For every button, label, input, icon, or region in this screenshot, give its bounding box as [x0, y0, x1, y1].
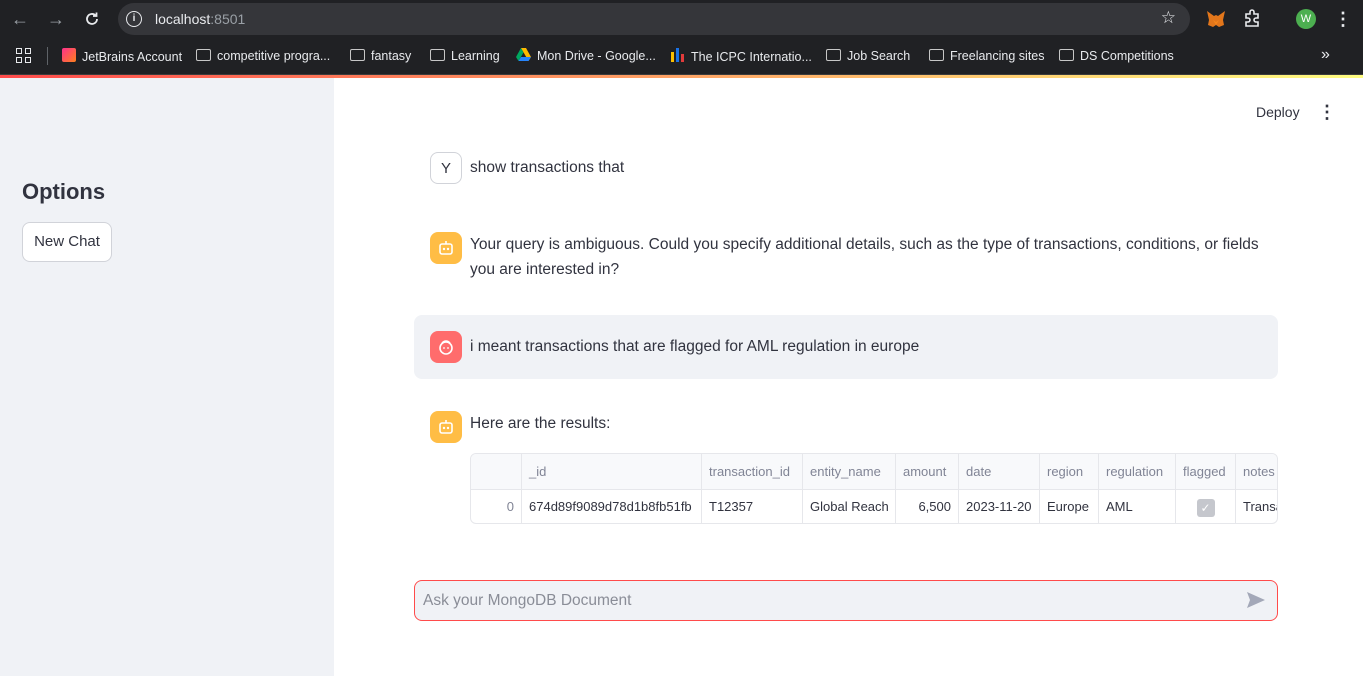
- cell-amount[interactable]: 6,500: [896, 490, 959, 523]
- bookmark-freelancing[interactable]: Freelancing sites: [929, 48, 1045, 64]
- bookmark-fantasy[interactable]: fantasy: [350, 48, 411, 64]
- more-bookmarks-icon[interactable]: »: [1321, 46, 1330, 64]
- reload-icon[interactable]: [80, 7, 104, 31]
- app-menu-icon[interactable]: ⋮: [1318, 102, 1336, 123]
- address-bar[interactable]: i localhost:8501 ☆: [118, 3, 1190, 35]
- message-text: Your query is ambiguous. Could you speci…: [470, 236, 1259, 278]
- bookmark-separator: [47, 47, 48, 65]
- column-header-amount[interactable]: amount: [896, 454, 959, 490]
- folder-icon: [350, 49, 365, 61]
- folder-icon: [929, 49, 944, 61]
- table-row: 0 674d89f9089d78d1b8fb51fb T12357 Global…: [471, 490, 1277, 523]
- jetbrains-icon: [62, 48, 76, 62]
- browser-toolbar: ← → i localhost:8501 ☆ W ⋮: [0, 0, 1363, 38]
- column-header-date[interactable]: date: [959, 454, 1040, 490]
- column-header-index[interactable]: [471, 454, 522, 490]
- bookmark-learning[interactable]: Learning: [430, 48, 500, 64]
- cell-notes[interactable]: Transa: [1236, 490, 1277, 523]
- row-index[interactable]: 0: [471, 490, 522, 523]
- cell-region[interactable]: Europe: [1040, 490, 1099, 523]
- user-avatar-icon: [430, 331, 462, 363]
- folder-icon: [826, 49, 841, 61]
- bookmark-competitive[interactable]: competitive progra...: [196, 48, 330, 64]
- new-chat-button[interactable]: New Chat: [22, 222, 112, 262]
- cell-entity-name[interactable]: Global Reach: [803, 490, 896, 523]
- column-header-notes[interactable]: notes: [1236, 454, 1277, 490]
- deploy-button[interactable]: Deploy: [1248, 104, 1308, 120]
- site-info-icon[interactable]: i: [126, 11, 142, 27]
- chat-input-container: [414, 580, 1278, 621]
- column-header-transaction-id[interactable]: transaction_id: [702, 454, 803, 490]
- message-text: Here are the results:: [470, 415, 611, 432]
- metamask-extension-icon[interactable]: [1205, 8, 1227, 30]
- apps-grid-icon[interactable]: [16, 48, 32, 64]
- chat-message-user: i meant transactions that are flagged fo…: [414, 315, 1278, 379]
- column-header-region[interactable]: region: [1040, 454, 1099, 490]
- folder-icon: [1059, 49, 1074, 61]
- send-icon[interactable]: [1245, 589, 1269, 613]
- sidebar: Options New Chat: [0, 78, 334, 676]
- cell-date[interactable]: 2023-11-20: [959, 490, 1040, 523]
- forward-icon[interactable]: →: [44, 7, 68, 31]
- browser-menu-icon[interactable]: ⋮: [1334, 8, 1352, 30]
- bookmark-jetbrains[interactable]: JetBrains Account: [62, 48, 182, 64]
- column-header-id[interactable]: _id: [522, 454, 702, 490]
- table-header: _id transaction_id entity_name amount da…: [471, 454, 1277, 490]
- chat-input[interactable]: [423, 581, 1223, 620]
- sidebar-title: Options: [22, 179, 106, 204]
- results-dataframe[interactable]: _id transaction_id entity_name amount da…: [470, 453, 1278, 524]
- icpc-icon: [670, 48, 685, 62]
- bookmark-icpc[interactable]: The ICPC Internatio...: [670, 48, 812, 64]
- column-header-regulation[interactable]: regulation: [1099, 454, 1176, 490]
- bot-avatar-icon: [430, 411, 462, 443]
- cell-id[interactable]: 674d89f9089d78d1b8fb51fb: [522, 490, 702, 523]
- avatar: Y: [430, 152, 462, 184]
- bookmark-job-search[interactable]: Job Search: [826, 48, 910, 64]
- bot-avatar-icon: [430, 232, 462, 264]
- chat-message-user: Y show transactions that: [414, 151, 1278, 185]
- bookmark-ds-competitions[interactable]: DS Competitions: [1059, 48, 1174, 64]
- chat-message-assistant: Your query is ambiguous. Could you speci…: [414, 231, 1278, 283]
- google-drive-icon: [516, 48, 531, 61]
- cell-regulation[interactable]: AML: [1099, 490, 1176, 523]
- cell-flagged[interactable]: ✓: [1176, 490, 1236, 523]
- bookmark-drive[interactable]: Mon Drive - Google...: [516, 48, 656, 64]
- chat-message-assistant: Here are the results:: [414, 410, 1278, 444]
- extensions-puzzle-icon[interactable]: [1242, 8, 1264, 30]
- cell-transaction-id[interactable]: T12357: [702, 490, 803, 523]
- url-text[interactable]: localhost:8501: [155, 11, 245, 27]
- message-text: show transactions that: [470, 159, 625, 176]
- message-text: i meant transactions that are flagged fo…: [470, 338, 920, 355]
- folder-icon: [196, 49, 211, 61]
- profile-avatar[interactable]: W: [1296, 9, 1316, 29]
- back-icon[interactable]: ←: [8, 7, 32, 31]
- column-header-entity-name[interactable]: entity_name: [803, 454, 896, 490]
- column-header-flagged[interactable]: flagged: [1176, 454, 1236, 490]
- bookmark-star-icon[interactable]: ☆: [1161, 8, 1176, 28]
- flagged-checkbox: ✓: [1196, 498, 1215, 517]
- folder-icon: [430, 49, 445, 61]
